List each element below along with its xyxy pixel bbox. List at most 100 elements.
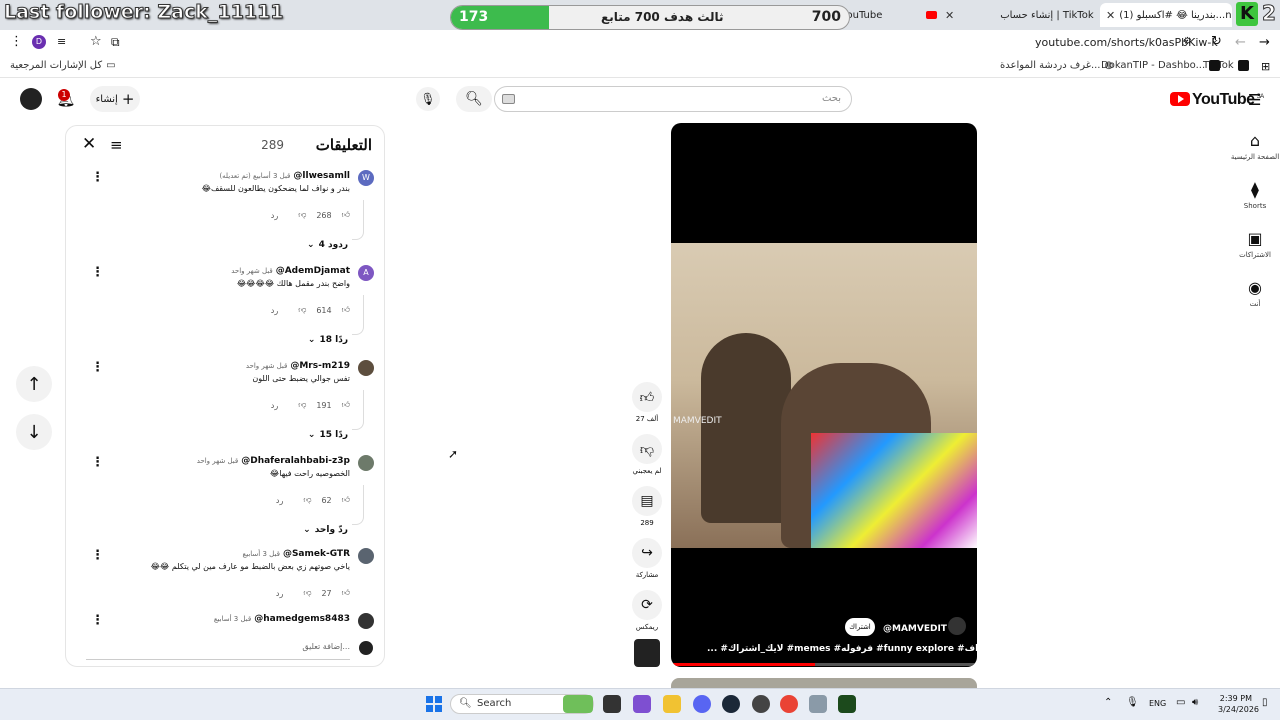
share-button[interactable]: ↪ مشاركة <box>630 538 664 579</box>
previous-video-button[interactable]: ↑ <box>16 366 52 402</box>
keyboard-icon[interactable] <box>502 94 515 104</box>
comment-author[interactable]: @hamedgems8483 <box>254 614 350 624</box>
reply-button[interactable]: رد <box>271 401 278 410</box>
avatar[interactable]: A <box>358 265 374 281</box>
reply-button[interactable]: رد <box>276 496 283 505</box>
video-progress-bar[interactable] <box>671 663 977 666</box>
bookmark-chat-rooms[interactable]: غرف دردشة المواعدة... ◍ <box>1000 60 1113 71</box>
network-icon[interactable]: ▭ <box>1176 697 1185 708</box>
widgets-icon[interactable] <box>563 695 593 713</box>
reply-button[interactable]: رد <box>271 306 278 315</box>
url-text[interactable]: youtube.com/shorts/k0asPbKiw-k <box>1035 36 1218 49</box>
avatar[interactable]: W <box>358 170 374 186</box>
avatar[interactable] <box>358 455 374 471</box>
account-avatar[interactable] <box>20 88 42 110</box>
comment-author[interactable]: @Samek-GTR <box>283 549 350 559</box>
sidebar-item-shorts[interactable]: ⧫ Shorts <box>1230 180 1280 210</box>
create-button[interactable]: إنشاء + <box>90 86 140 112</box>
comment-menu-icon[interactable]: ⋮ <box>91 360 104 375</box>
close-icon[interactable]: ✕ <box>82 134 96 154</box>
channel-name[interactable]: @MAMVEDIT <box>883 624 947 634</box>
obs-icon[interactable] <box>752 695 770 713</box>
volume-icon[interactable]: 🔊︎ <box>1192 697 1198 708</box>
like-icon[interactable]: 👍︎ <box>342 588 350 598</box>
notification-center-icon[interactable]: ▯ <box>1262 697 1268 708</box>
voice-search-button[interactable]: 🎙︎ <box>416 87 440 111</box>
comment-menu-icon[interactable]: ⋮ <box>91 265 104 280</box>
shorts-video-player[interactable]: MAMVEDIT @MAMVEDIT اشتراك ... #لايك_اشتر… <box>671 123 977 667</box>
reading-list-icon[interactable]: ≡ <box>57 35 66 48</box>
like-button[interactable]: 👍︎ 27 ألف <box>630 382 664 423</box>
remix-icon: ⟳ <box>641 597 653 613</box>
dislike-icon[interactable]: 👎︎ <box>303 588 311 598</box>
next-video-button[interactable]: ↓ <box>16 414 52 450</box>
kick-app-icon[interactable] <box>838 695 856 713</box>
avatar[interactable] <box>358 360 374 376</box>
comment-menu-icon[interactable]: ⋮ <box>91 455 104 470</box>
avatar[interactable] <box>358 613 374 629</box>
back-icon[interactable]: → <box>1259 35 1270 50</box>
view-replies-button[interactable]: ⌄ ردّ واحد <box>303 525 348 535</box>
comment-menu-icon[interactable]: ⋮ <box>91 613 104 628</box>
comment-author[interactable]: @Dhaferalahbabi-z3p <box>241 456 350 466</box>
all-bookmarks[interactable]: كل الإشارات المرجعية ▭ <box>10 60 116 71</box>
dislike-icon[interactable]: 👎︎ <box>298 305 306 315</box>
steam-icon[interactable] <box>722 695 740 713</box>
close-tab-icon[interactable]: ✕ <box>945 9 954 22</box>
search-input[interactable]: بحث <box>494 86 852 112</box>
settings-icon[interactable] <box>809 695 827 713</box>
sidebar-item-you[interactable]: ◉ أنت <box>1230 278 1280 308</box>
bookmark-dokantip[interactable]: DokanTIP - Dashbo... <box>1101 60 1221 71</box>
tab-tiktok[interactable]: ✕ إنشاء حساب | TikTok <box>945 3 1095 27</box>
file-explorer-icon[interactable] <box>663 695 681 713</box>
dislike-icon[interactable]: 👎︎ <box>298 400 306 410</box>
close-tab-icon[interactable]: ✕ <box>1106 9 1115 22</box>
comment-menu-icon[interactable]: ⋮ <box>91 170 104 185</box>
extension-icon[interactable]: ⧉ <box>111 35 120 50</box>
like-icon[interactable]: 👍︎ <box>342 400 350 410</box>
search-button[interactable]: 🔍︎ <box>456 86 492 112</box>
sound-thumbnail[interactable] <box>634 639 660 667</box>
dislike-icon[interactable]: 👎︎ <box>298 210 306 220</box>
language-indicator[interactable]: ENG <box>1149 699 1166 708</box>
comment-menu-icon[interactable]: ⋮ <box>91 548 104 563</box>
task-view-icon[interactable] <box>603 695 621 713</box>
apps-grid-icon[interactable]: ⊞ <box>1261 60 1270 73</box>
teams-icon[interactable] <box>633 695 651 713</box>
profile-avatar[interactable]: D <box>32 35 46 49</box>
windows-start-icon[interactable] <box>426 696 442 712</box>
youtube-logo[interactable]: YouTube SA <box>1170 91 1264 109</box>
comment-author[interactable]: @llwesamll <box>293 171 350 181</box>
add-comment-input[interactable]: إضافة تعليق... <box>86 638 350 660</box>
comment-author[interactable]: @AdemDjamat <box>276 266 350 276</box>
browser-menu-icon[interactable]: ⋮ <box>10 34 23 49</box>
sidebar-item-home[interactable]: ⌂ الصفحة الرئيسية <box>1230 131 1280 161</box>
like-icon[interactable]: 👍︎ <box>342 210 350 220</box>
comments-button[interactable]: ▤ 289 <box>630 486 664 527</box>
avatar[interactable] <box>358 548 374 564</box>
sidebar-item-subscriptions[interactable]: ▣ الاشتراكات <box>1230 229 1280 259</box>
like-icon[interactable]: 👍︎ <box>342 305 350 315</box>
view-replies-button[interactable]: ⌄ 15 ردًا <box>308 430 348 440</box>
taskbar-clock[interactable]: 2:39 PM 3/24/2026 <box>1218 693 1259 715</box>
dislike-icon[interactable]: 👎︎ <box>303 495 311 505</box>
dislike-button[interactable]: 👎︎ لم يعجبني <box>630 434 664 475</box>
view-replies-button[interactable]: ⌄ 4 ردود <box>307 240 348 250</box>
view-replies-button[interactable]: ⌄ 18 ردًا <box>308 335 348 345</box>
forward-icon[interactable]: ← <box>1235 35 1246 50</box>
video-caption[interactable]: ... #لايك_اشتراك #memes #فرفوله #funny e… <box>707 644 977 654</box>
comment-author[interactable]: @Mrs-m219 <box>290 361 350 371</box>
discord-icon[interactable] <box>693 695 711 713</box>
channel-avatar[interactable] <box>948 617 966 635</box>
like-icon[interactable]: 👍︎ <box>342 495 350 505</box>
reply-button[interactable]: رد <box>276 589 283 598</box>
chrome-icon[interactable] <box>780 695 798 713</box>
reply-button[interactable]: رد <box>271 211 278 220</box>
sort-icon[interactable]: ≡ <box>110 136 123 154</box>
bookmark-star-icon[interactable]: ☆ <box>90 34 102 49</box>
mic-icon[interactable]: 🎙︎ <box>1126 697 1139 708</box>
tab-youtube-shorts[interactable]: ✕ (1) بندرينا 😂 #اكسبلو...nny <box>1100 3 1232 27</box>
remix-button[interactable]: ⟳ ريمكس <box>630 590 664 631</box>
subscribe-button[interactable]: اشتراك <box>845 618 875 636</box>
tray-chevron-icon[interactable]: ⌃ <box>1104 697 1112 708</box>
